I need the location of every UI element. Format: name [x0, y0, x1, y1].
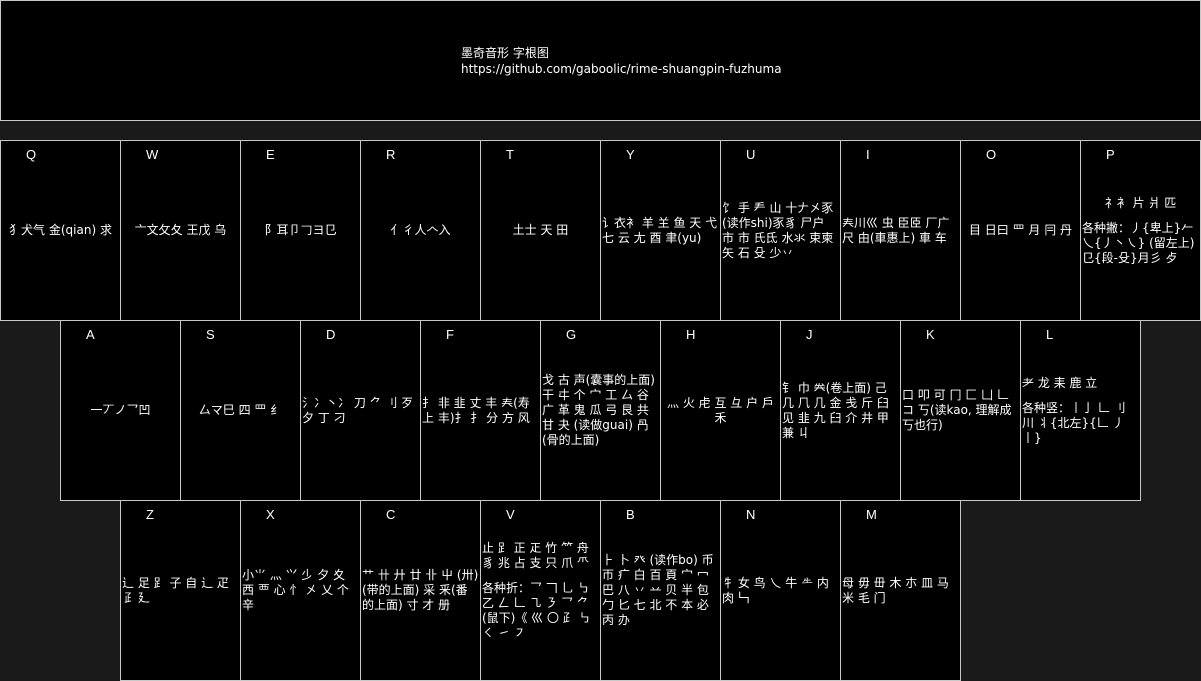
key-extra: 各种撇：丿{卑上}𠂉乀{丿丶㇏} (留左上) 㔾{段-殳}月彡 歺 [1082, 220, 1195, 265]
key-i[interactable]: I 𡗗川巛 虫 臣𦣞 厂广 尺 甶(車惠上) 車 车 [840, 140, 961, 321]
key-roots: 氵冫丶冫 刀 ⺈ 刂 歹 夕 丁 刁 [302, 395, 414, 425]
key-row-bottom: Z辶 足 𧾷 子 自 辶 疋 𤴔 廴 X 小⺌ 灬 ⺍ 𣥂 夕 夊 西 覀 心 忄… [120, 500, 961, 681]
key-roots: 目 日曰 罒 月 冃 丹 [968, 223, 1073, 237]
key-g[interactable]: G戈 古 声(囊事的上面) 干 㐄 个 宀 工 厶 谷 广 革 鬼 瓜 弓 艮 … [540, 320, 661, 501]
key-f[interactable]: F扌 非 韭 丈 丰 𡗗(寿上 丰)⺘ 扌 分 方 风 [420, 320, 541, 501]
key-e[interactable]: E 阝耳卩𠃌ヨ㔾 [240, 140, 361, 321]
key-roots: 辶 足 𧾷 子 自 辶 疋 𤴔 廴 [122, 575, 229, 605]
key-row-middle: A 一丆ノ乛凹 S 厶マ巳 四 罒 纟 D 氵冫丶冫 刀 ⺈ 刂 歹 夕 丁 刁 F扌… [60, 320, 1141, 501]
key-extra: 各种折：乛 𠃍 乚 ㇉ 乙 𠃋 𠃊 ㇈ ㇋ 乛 ⺈ (鼠下)《 巛 〇 ⺪ ㇉ … [482, 580, 591, 640]
key-roots: 扌 非 韭 丈 丰 𡗗(寿上 丰)⺘ 扌 分 方 风 [422, 395, 530, 425]
key-roots: 亠文攵夂 王戊 乌 [134, 223, 227, 237]
key-roots: 止 𧾷 正 𤴓 竹 ⺮ 舟 豸 兆 占 支 只 爪 ⺥ [482, 540, 589, 570]
key-roots: 礻衤 片 爿 匹 [1104, 195, 1177, 210]
key-roots: 小⺌ 灬 ⺍ 𣥂 夕 夊 西 覀 心 忄 㐅 乂 个 辛 [242, 568, 349, 612]
key-h[interactable]: H灬 火 虍 互 彑 户 戶 禾 [660, 320, 781, 501]
key-j[interactable]: J钅 巾 𠔉(卷上面) 己 几 𠘨 几 金 戋 斤 臼 见 韭 九 臼 介 井 … [780, 320, 901, 501]
key-w[interactable]: W 亠文攵夂 王戊 乌 [120, 140, 241, 321]
key-roots: 土士 天 田 [512, 223, 569, 237]
header-banner: 墨奇音形 字根图 https://github.com/gaboolic/rim… [0, 0, 1201, 121]
key-z[interactable]: Z辶 足 𧾷 子 自 辶 疋 𤴔 廴 [120, 500, 241, 681]
key-v[interactable]: V止 𧾷 正 𤴓 竹 ⺮ 舟 豸 兆 占 支 只 爪 ⺥各种折：乛 𠃍 乚 ㇉ … [480, 500, 601, 681]
key-roots: 艹 卄 廾 廿 卝 屮 (卅)(带的上面) 采 釆(番的上面) 寸 才 册 [362, 568, 479, 612]
key-m[interactable]: M母 毋 毌 木 朩 皿 马 米 毛 门 [840, 500, 961, 681]
page-title: 墨奇音形 字根图 [461, 46, 549, 60]
key-r[interactable]: R 亻彳人𠆢入 [360, 140, 481, 321]
key-roots: 钅 巾 𠔉(卷上面) 己 几 𠘨 几 金 戋 斤 臼 见 韭 九 臼 介 井 甲… [782, 380, 889, 440]
key-row-top: Q 犭犬气 金(qian) 求 W 亠文攵夂 王戊 乌 E 阝耳卩𠃌ヨ㔾 R 亻彳人𠆢入… [0, 140, 1201, 321]
key-roots: 牜 女 鸟 乀 牛 𠂒 内 肉 𠃑 [722, 575, 829, 605]
key-u[interactable]: U饣 手 龵 山 十𠂇㐅豕(读作shi)豕豸 尸户 市 市 氏氐 水氺 束柬 矢… [720, 140, 841, 321]
key-b[interactable]: B ⺊ 卜 癶 (读作bo) 币 帀 疒 白 百 頁 宀 冖 巴 八 丷 䒑 贝 … [600, 500, 721, 681]
key-roots: 一丆ノ乛凹 [90, 403, 151, 417]
key-roots: 饣 手 龵 山 十𠂇㐅豕(读作shi)豕豸 尸户 市 市 氏氐 水氺 束柬 矢 … [722, 200, 834, 260]
repo-url: https://github.com/gaboolic/rime-shuangp… [461, 62, 782, 76]
key-roots: 灬 火 虍 互 彑 户 戶 禾 [667, 395, 774, 425]
key-roots: 亻彳人𠆢入 [390, 223, 451, 237]
key-roots: 口 叩 可 冂 匚 凵 𠃊 コ 丂(读kao, 理解成丂也行) [902, 388, 1012, 432]
key-y[interactable]: Y 讠衣衤 羊 𦍌 鱼 天 弋 七 云 尢 酉 聿(yu) [600, 140, 721, 321]
key-d[interactable]: D 氵冫丶冫 刀 ⺈ 刂 歹 夕 丁 刁 [300, 320, 421, 501]
key-p[interactable]: P 礻衤 片 爿 匹各种撇：丿{卑上}𠂉乀{丿丶㇏} (留左上) 㔾{段-殳}月彡… [1080, 140, 1201, 321]
key-roots: 阝耳卩𠃌ヨ㔾 [264, 223, 337, 237]
key-a[interactable]: A 一丆ノ乛凹 [60, 320, 181, 501]
key-roots: 𡗗川巛 虫 臣𦣞 厂广 尺 甶(車惠上) 車 车 [842, 215, 950, 245]
key-l[interactable]: L耂 龙 耒 鹿 立各种竖：丨亅 𠃊 刂 川 丬{北左}{𠃊 丿 丨} [1020, 320, 1141, 501]
key-k[interactable]: K口 叩 可 冂 匚 凵 𠃊 コ 丂(读kao, 理解成丂也行) [900, 320, 1021, 501]
key-roots: 讠衣衤 羊 𦍌 鱼 天 弋 七 云 尢 酉 聿(yu) [602, 215, 718, 245]
key-roots: 犭犬气 金(qian) 求 [9, 223, 112, 237]
key-roots: 厶マ巳 四 罒 纟 [198, 403, 283, 417]
key-c[interactable]: C艹 卄 廾 廿 卝 屮 (卅)(带的上面) 采 釆(番的上面) 寸 才 册 [360, 500, 481, 681]
key-t[interactable]: T 土士 天 田 [480, 140, 601, 321]
key-x[interactable]: X 小⺌ 灬 ⺍ 𣥂 夕 夊 西 覀 心 忄 㐅 乂 个 辛 [240, 500, 361, 681]
key-roots: 母 毋 毌 木 朩 皿 马 米 毛 门 [842, 575, 949, 605]
key-s[interactable]: S 厶マ巳 四 罒 纟 [180, 320, 301, 501]
key-roots: ⺊ 卜 癶 (读作bo) 币 帀 疒 白 百 頁 宀 冖 巴 八 丷 䒑 贝 半… [602, 553, 714, 627]
key-roots: 耂 龙 耒 鹿 立 [1022, 375, 1098, 390]
key-n[interactable]: N牜 女 鸟 乀 牛 𠂒 内 肉 𠃑 [720, 500, 841, 681]
key-extra: 各种竖：丨亅 𠃊 刂 川 丬{北左}{𠃊 丿 丨} [1022, 400, 1126, 445]
key-q[interactable]: Q 犭犬气 金(qian) 求 [0, 140, 121, 321]
key-o[interactable]: O目 日曰 罒 月 冃 丹 [960, 140, 1081, 321]
key-roots: 戈 古 声(囊事的上面) 干 㐄 个 宀 工 厶 谷 广 革 鬼 瓜 弓 艮 共… [542, 373, 655, 447]
